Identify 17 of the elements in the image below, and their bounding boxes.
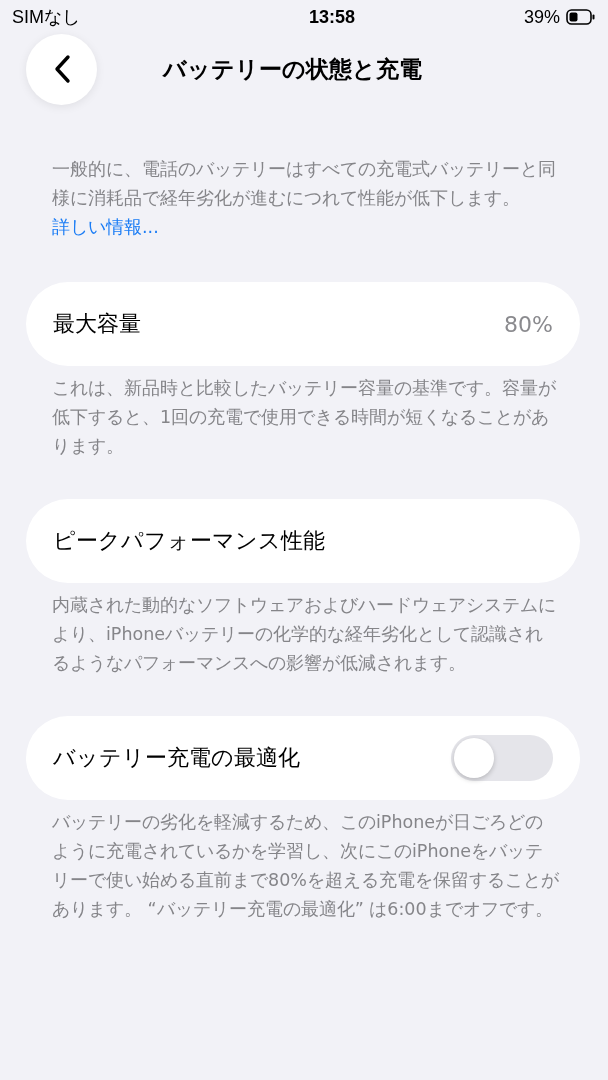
- battery-icon: [566, 9, 596, 25]
- battery-percent: 39%: [523, 6, 560, 28]
- toggle-switch[interactable]: [451, 735, 553, 781]
- section-footer: バッテリーの劣化を軽減するため、このiPhoneが日ごろどのように充電されているかを学習し、次にこのiPhoneをバッテリーで使い始める直前まで80%を超える充電を保留することがあります。 “バッテリー充電の最適化” は6:00までオフです。: [0, 800, 608, 924]
- setting-label: ピークパフォーマンス性能: [53, 527, 325, 555]
- carrier-label: SIMなし: [12, 6, 80, 29]
- setting-label: バッテリー充電の最適化: [53, 744, 300, 772]
- setting-value: 80%: [504, 311, 553, 337]
- section-footer: 内蔵された動的なソフトウェアおよびハードウェアシステムにより、iPhoneバッテリーの化学的な経年劣化として認識されるようなパフォーマンスへの影響が低減されます。: [0, 583, 608, 678]
- page-title: バッテリーの状態と充電: [163, 54, 422, 84]
- status-time: 13:58: [308, 6, 355, 28]
- more-info-link[interactable]: 詳しい情報...: [52, 217, 159, 237]
- section-footer: これは、新品時と比較したバッテリー容量の基準です。容量が低下すると、1回の充電で使用できる時間が短くなることがあります。: [0, 366, 608, 461]
- intro-text: 一般的に、電話のバッテリーはすべての充電式バッテリーと同様に消耗品で経年劣化が進むにつれて性能が低下します。 詳しい情報...: [51, 158, 557, 239]
- setting-label: 最大容量: [53, 310, 141, 338]
- back-icon: [52, 54, 71, 84]
- setting-row[interactable]: バッテリー充電の最適化: [26, 716, 580, 800]
